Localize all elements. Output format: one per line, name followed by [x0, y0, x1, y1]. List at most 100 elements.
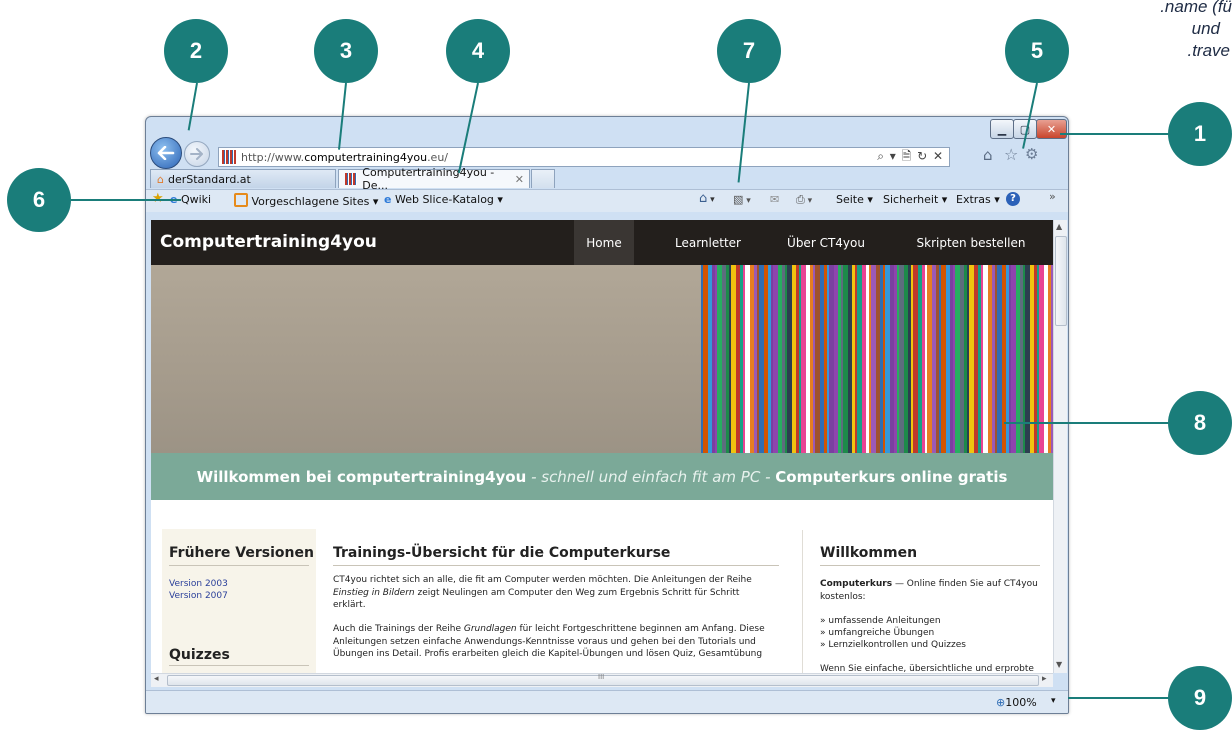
tab-computertraining4you[interactable]: Computertraining4you - De... ✕: [338, 166, 530, 192]
main-heading: Trainings-Übersicht für die Computerkurs…: [333, 545, 671, 561]
hero-stripe: [946, 265, 950, 453]
close-tab-icon[interactable]: ✕: [515, 173, 524, 186]
favorites-and-command-bar: ★ e Qwiki Vorgeschlagene Sites ▾ e Web S…: [146, 189, 1068, 212]
help-icon[interactable]: ?: [1006, 192, 1020, 206]
cutoff-caption: .name (fü und .trave: [1160, 0, 1232, 60]
callout-5: 5: [1005, 19, 1069, 83]
security-menu[interactable]: Sicherheit ▾: [883, 193, 947, 206]
web-slice-link[interactable]: e Web Slice-Katalog ▾: [384, 193, 503, 206]
hero-stripe: [862, 265, 866, 453]
scroll-right-arrow[interactable]: ▸: [1042, 674, 1047, 684]
version-2007-link[interactable]: Version 2007: [169, 590, 228, 603]
gear-icon[interactable]: ⚙: [1025, 145, 1038, 163]
hero-stripe: [922, 265, 925, 453]
hero-stripe: [927, 265, 932, 453]
print-dropdown[interactable]: ⎙ ▾: [796, 193, 812, 207]
willkommen-tail: Wenn Sie einfache, übersichtliche und er…: [820, 664, 1034, 673]
willkommen-bullet: » Lernzielkontrollen und Quizzes: [820, 640, 966, 650]
hero-stripe: [799, 265, 801, 453]
horizontal-scrollbar[interactable]: ◂ III ▸: [151, 673, 1053, 687]
hero-stripe: [969, 265, 974, 453]
hero-stripe: [715, 265, 717, 453]
hero-stripe: [1037, 265, 1039, 453]
forward-button[interactable]: [184, 141, 210, 167]
welcome-banner: Willkommen bei computertraining4you - sc…: [151, 453, 1053, 500]
hero-stripe: [918, 265, 922, 453]
scroll-up-arrow[interactable]: ▲: [1056, 222, 1062, 231]
hero-image: [151, 265, 701, 453]
zoom-control[interactable]: ⊕100%: [996, 696, 1037, 709]
hero-stripe: [967, 265, 969, 453]
hero-stripe: [843, 265, 848, 453]
hero-stripe: [736, 265, 740, 453]
scroll-thumb[interactable]: [1055, 236, 1067, 326]
hero-stripe: [855, 265, 857, 453]
page-menu[interactable]: Seite ▾: [836, 193, 873, 206]
hero-stripe: [824, 265, 827, 453]
willkommen-heading: Willkommen: [820, 545, 918, 561]
hero-stripe: [871, 265, 876, 453]
site-brand[interactable]: Computertraining4you: [160, 232, 377, 252]
hero-stripe: [1030, 265, 1034, 453]
version-2003-link[interactable]: Version 2003: [169, 578, 228, 591]
hero-stripe: [703, 265, 708, 453]
hero-stripe: [1016, 265, 1020, 453]
scroll-down-arrow[interactable]: ▼: [1056, 660, 1062, 669]
feeds-icon[interactable]: ▧ ▾: [733, 193, 751, 206]
home-dropdown[interactable]: ⌂ ▾: [699, 191, 715, 206]
callout-7: 7: [717, 19, 781, 83]
hero-stripe: [785, 265, 787, 453]
hero-stripe: [1009, 265, 1011, 453]
mail-icon[interactable]: ✉: [770, 193, 779, 206]
extras-menu[interactable]: Extras ▾: [956, 193, 1000, 206]
hero-stripe: [899, 265, 904, 453]
vertical-scrollbar[interactable]: ▲ ▼: [1053, 220, 1067, 673]
favorites-star-icon[interactable]: ☆: [1004, 145, 1018, 164]
hero-stripe: [701, 265, 703, 453]
scroll-left-arrow[interactable]: ◂: [154, 674, 159, 684]
willkommen-bullet: » umfangreiche Übungen: [820, 628, 935, 638]
tab-derstandard[interactable]: ⌂ derStandard.at: [150, 169, 336, 188]
hero-stripe: [787, 265, 792, 453]
callout-6: 6: [7, 168, 71, 232]
site-favicon: [345, 173, 358, 185]
hero-stripe: [955, 265, 960, 453]
hero-stripe: [740, 265, 743, 453]
hero-stripe: [866, 265, 869, 453]
nav-home[interactable]: Home: [574, 220, 634, 265]
nav-learnletter[interactable]: Learnletter: [668, 220, 748, 265]
hero-stripe: [757, 265, 759, 453]
nav-ueber-ct4you[interactable]: Über CT4you: [781, 220, 871, 265]
browser-window: ▁ ▢ ✕ http://www.computertraining4you.eu…: [145, 116, 1069, 714]
home-icon[interactable]: ⌂: [983, 146, 993, 164]
new-tab-button[interactable]: [531, 169, 555, 188]
address-bar-icons[interactable]: ⌕ ▾ 🗎 ↻ ✕: [877, 147, 944, 168]
hero-stripes: [701, 265, 1053, 453]
nav-skripten-bestellen[interactable]: Skripten bestellen: [906, 220, 1036, 265]
overflow-chevron[interactable]: »: [1049, 190, 1056, 203]
callout-line-9: [1068, 697, 1170, 699]
zoom-icon: ⊕: [996, 696, 1006, 709]
hero-stripe: [813, 265, 815, 453]
hero-stripe: [827, 265, 829, 453]
hero-stripe: [950, 265, 953, 453]
back-button[interactable]: [150, 137, 182, 169]
suggested-sites-link[interactable]: Vorgeschlagene Sites ▾: [234, 193, 378, 208]
ie-icon: e: [384, 193, 392, 206]
close-window-button[interactable]: ✕: [1036, 119, 1067, 139]
hero-stripe: [953, 265, 955, 453]
hero-stripe: [997, 265, 1002, 453]
hero-stripe: [708, 265, 712, 453]
hscroll-thumb[interactable]: III: [167, 673, 1039, 686]
main-paragraph-2: Auch die Trainings der Reihe Grundlagen …: [333, 624, 765, 659]
zoom-dropdown-arrow[interactable]: ▾: [1051, 696, 1056, 706]
hero-stripe: [981, 265, 983, 453]
hero-stripe: [925, 265, 927, 453]
minimize-button[interactable]: ▁: [990, 119, 1014, 139]
callout-2: 2: [164, 19, 228, 83]
address-bar[interactable]: http://www. computertraining4you .eu/ ⌕ ▾ …: [218, 147, 950, 167]
hero-stripe: [983, 265, 988, 453]
callout-1: 1: [1168, 102, 1232, 166]
hero-stripe: [754, 265, 757, 453]
arrow-right-icon: [190, 148, 203, 160]
